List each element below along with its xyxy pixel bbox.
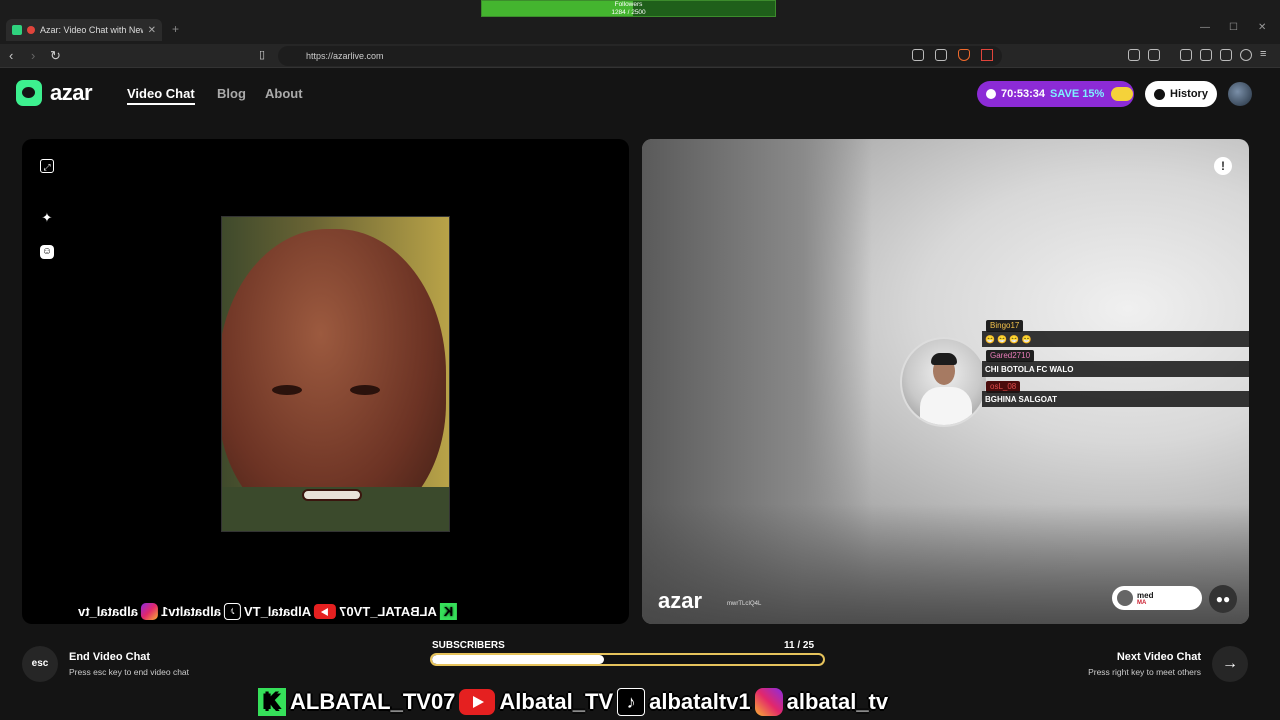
tiktok-handle: albataltv1 — [649, 689, 751, 714]
nav-about[interactable]: About — [265, 86, 303, 101]
chat-message: CHI BOTOLA FC WALO — [982, 361, 1280, 377]
followers-count: 1284 / 2500 — [611, 8, 646, 16]
youtube-icon — [459, 689, 496, 715]
user-avatar[interactable] — [1228, 82, 1252, 106]
promo-button[interactable]: 70:53:34 SAVE 15% — [977, 81, 1134, 107]
self-camera-feed — [221, 216, 450, 532]
bookmark-icon[interactable]: ▯ — [259, 48, 265, 61]
face-effect-icon[interactable]: ☺ — [40, 245, 54, 259]
partner-country: MA — [1137, 599, 1147, 606]
youtube-handle: Albatal_TV — [499, 689, 614, 714]
next-chat-hint: Press right key to meet others — [1088, 667, 1201, 677]
mirror-tiktok-handle: albataltv1 — [160, 603, 221, 619]
streamer-webcam — [900, 337, 988, 427]
mirror-instagram-handle: albatal_tv — [78, 603, 138, 619]
wallet-icon[interactable] — [1148, 49, 1160, 61]
magic-wand-icon[interactable]: ✦ — [40, 211, 54, 225]
kick-handle: ALBATAL_TV07 — [290, 689, 456, 714]
end-chat-title: End Video Chat — [69, 651, 151, 663]
reload-icon[interactable]: ↻ — [50, 48, 61, 64]
followers-goal-bar: Followers 1284 / 2500 — [481, 0, 776, 17]
instagram-icon — [754, 688, 783, 716]
mirror-youtube-handle: Albatal_TV — [243, 603, 312, 619]
sidebar-icon[interactable] — [1180, 49, 1192, 61]
chat-message-text: 😁 😁 😁 😁 — [985, 334, 1032, 344]
self-video-panel: ⤢ ✦ ☺ K ALBATAL_TV07 Albatal_TV ♪ albata… — [22, 139, 629, 624]
cast-icon[interactable] — [912, 49, 924, 61]
logo-text: azar — [50, 80, 93, 105]
menu-icon[interactable]: ≡ — [1260, 48, 1266, 60]
history-label: History — [1170, 88, 1208, 100]
azar-logo[interactable]: azar — [16, 80, 93, 106]
browser-tab[interactable]: Azar: Video Chat with New Pe ✕ — [6, 19, 162, 41]
followers-label: Followers — [614, 1, 643, 8]
instagram-icon — [140, 602, 158, 620]
vpn-icon[interactable] — [1240, 49, 1252, 61]
partner-avatar — [1117, 590, 1133, 606]
nav-video-chat[interactable]: Video Chat — [127, 86, 195, 105]
url-text: https://azarlive.com — [306, 51, 384, 61]
youtube-icon — [314, 603, 337, 619]
chat-message: 😁 😁 😁 😁 — [982, 331, 1280, 347]
instagram-handle: albatal_tv — [786, 689, 889, 714]
mirror-kick-handle: ALBATAL_TV07 — [339, 603, 437, 619]
share-icon[interactable] — [935, 49, 947, 61]
chat-bubble-icon[interactable]: ●● — [1209, 585, 1237, 613]
chat-message: BGHINA SALGOAT — [982, 391, 1280, 407]
promo-save-label: SAVE 15% — [1050, 88, 1105, 100]
partner-name: med — [1137, 590, 1154, 600]
brave-shield-icon[interactable] — [958, 49, 970, 61]
partner-profile-badge[interactable]: med MA — [1112, 586, 1202, 610]
tiktok-icon: ♪ — [223, 602, 241, 620]
fullscreen-icon[interactable]: ⤢ — [40, 159, 54, 173]
subscribers-count: 11 / 25 — [784, 640, 815, 651]
browser-toolbar: ‹ › ↻ ▯ https://azarlive.com ≡ — [0, 44, 1280, 68]
azar-favicon-icon — [12, 25, 22, 35]
nav-blog[interactable]: Blog — [217, 86, 246, 101]
new-tab-icon[interactable]: + — [172, 22, 179, 36]
tab-title: Azar: Video Chat with New Pe — [40, 25, 143, 35]
subscribers-progress-bar — [430, 653, 825, 666]
close-tab-icon[interactable]: ✕ — [148, 25, 156, 36]
chat-message-text: CHI BOTOLA FC WALO — [985, 364, 1074, 374]
tiktok-icon: ♪ — [617, 688, 646, 716]
next-chat-arrow-icon[interactable]: → — [1212, 646, 1248, 682]
maximize-icon[interactable]: ☐ — [1229, 22, 1238, 33]
social-handles-banner: K ALBATAL_TV07 Albatal_TV ♪ albataltv1 a… — [258, 686, 888, 718]
rewards-icon[interactable] — [981, 49, 993, 61]
azar-watermark: azar — [658, 588, 703, 613]
forward-icon[interactable]: › — [31, 48, 35, 63]
end-chat-hint: Press esc key to end video chat — [69, 667, 190, 677]
coins-icon — [1111, 87, 1134, 101]
close-window-icon[interactable]: ✕ — [1258, 22, 1266, 33]
watermark-id: mwrTLcIQ4L — [727, 601, 762, 607]
history-button[interactable]: History — [1145, 81, 1217, 107]
address-bar[interactable]: https://azarlive.com — [278, 46, 1002, 66]
chat-message-text: BGHINA SALGOAT — [985, 394, 1057, 404]
subscribers-progress-fill — [432, 655, 605, 664]
minimize-icon[interactable]: — — [1200, 22, 1210, 33]
leo-icon[interactable] — [1200, 49, 1212, 61]
downloads-icon[interactable] — [1220, 49, 1232, 61]
recording-dot-icon — [27, 26, 35, 34]
kick-icon: K — [439, 602, 457, 620]
back-icon[interactable]: ‹ — [9, 48, 13, 63]
subscribers-label: SUBSCRIBERS — [432, 640, 505, 651]
next-chat-title: Next Video Chat — [1116, 651, 1201, 663]
kick-icon: K — [258, 688, 286, 716]
promo-timer: 70:53:34 — [1001, 88, 1046, 100]
clock-icon — [986, 89, 996, 99]
extensions-icon[interactable] — [1128, 49, 1140, 61]
azar-logo-icon — [16, 80, 42, 106]
history-clock-icon — [1154, 88, 1166, 100]
mirrored-social-overlay: K ALBATAL_TV07 Albatal_TV ♪ albataltv1 a… — [78, 601, 457, 621]
report-icon[interactable]: ! — [1214, 157, 1232, 175]
end-chat-button[interactable]: esc — [22, 646, 58, 682]
